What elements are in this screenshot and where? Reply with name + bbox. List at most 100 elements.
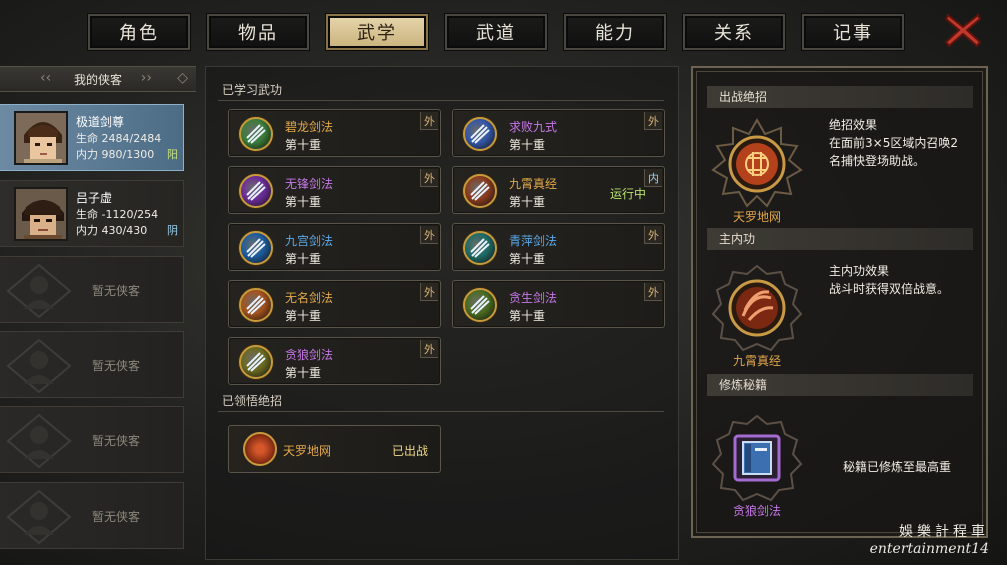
skill-name: 碧龙剑法 bbox=[285, 120, 334, 134]
skill-level: 第十重 bbox=[509, 309, 546, 323]
battle-ultimate-medal[interactable]: 天罗地网 bbox=[709, 117, 805, 228]
skill-type-badge: 外 bbox=[420, 226, 438, 244]
skill-card[interactable]: 贪狼剑法第十重 外 bbox=[228, 337, 441, 385]
tab-relations[interactable]: 关系 bbox=[683, 14, 785, 50]
skill-name: 贪狼剑法 bbox=[285, 348, 334, 362]
hero-yinyang-tag-1: 阳 bbox=[167, 148, 178, 161]
skill-type-badge: 外 bbox=[420, 169, 438, 187]
game-screen: 角色 物品 武学 武道 能力 关系 记事 ‹‹ 我的侠客 ›› ◇ 极道剑尊 生… bbox=[0, 0, 1007, 565]
tab-abilities[interactable]: 能力 bbox=[564, 14, 666, 50]
tab-items[interactable]: 物品 bbox=[207, 14, 309, 50]
hero-portrait-2 bbox=[14, 187, 68, 241]
hero-slot-empty-2[interactable]: 暂无侠客 bbox=[0, 331, 184, 398]
hero-name-1: 极道剑尊 bbox=[76, 115, 125, 129]
skill-type-badge: 外 bbox=[644, 112, 662, 130]
main-inner-medal[interactable]: 九霄真经 bbox=[709, 262, 805, 372]
ultimate-status: 已出战 bbox=[391, 444, 428, 458]
ultimate-section-title: 已领悟绝招 bbox=[222, 394, 283, 408]
ultimate-name: 天罗地网 bbox=[283, 444, 332, 458]
skill-name: 贪生剑法 bbox=[509, 291, 558, 305]
battle-ultimate-header: 出战绝招 bbox=[707, 86, 973, 108]
skill-card[interactable]: 青萍剑法 第十重 外 bbox=[452, 223, 665, 271]
sword-gold-icon bbox=[239, 345, 273, 379]
hero-slot-empty-1[interactable]: 暂无侠客 bbox=[0, 256, 184, 323]
skill-card[interactable]: 贪生剑法第十重 外 bbox=[452, 280, 665, 328]
skill-level: 第十重 bbox=[285, 138, 322, 152]
sword-teal-icon bbox=[463, 231, 497, 265]
skill-card[interactable]: 九宫剑法第十重 外 bbox=[228, 223, 441, 271]
skill-name: 无锋剑法 bbox=[285, 177, 334, 191]
divider bbox=[218, 411, 664, 412]
skill-type-badge: 内 bbox=[644, 169, 662, 187]
ultimate-card[interactable]: 天罗地网 已出战 bbox=[228, 425, 441, 473]
sword-cyan-icon bbox=[239, 231, 273, 265]
skill-name: 青萍剑法 bbox=[509, 234, 558, 248]
skill-card[interactable]: 九霄真经 第十重 内运行中 bbox=[452, 166, 665, 214]
battle-effect-title: 绝招效果 bbox=[829, 118, 878, 132]
roster-next-icon[interactable]: ›› bbox=[141, 70, 152, 86]
empty-slot-label: 暂无侠客 bbox=[92, 359, 141, 373]
close-button[interactable] bbox=[942, 10, 984, 50]
palm-red-icon bbox=[711, 264, 803, 352]
hero-roster: ‹‹ 我的侠客 ›› ◇ 极道剑尊 生命 2484/2484 内力 980/13… bbox=[0, 66, 200, 565]
manual-status-text: 秘籍已修炼至最高重 bbox=[843, 460, 952, 474]
skill-level: 第十重 bbox=[285, 252, 322, 266]
top-tab-bar: 角色 物品 武学 武道 能力 关系 记事 bbox=[88, 14, 904, 50]
main-inner-header: 主内功 bbox=[707, 228, 973, 250]
manual-medal[interactable]: 贪狼剑法 bbox=[709, 412, 805, 522]
skill-level: 第十重 bbox=[509, 138, 546, 152]
hero-card-1[interactable]: 极道剑尊 生命 2484/2484 内力 980/1300 阳 bbox=[0, 104, 184, 171]
roster-expand-icon[interactable]: ◇ bbox=[177, 70, 188, 86]
skill-level: 第十重 bbox=[285, 366, 322, 380]
manual-header: 修炼秘籍 bbox=[707, 374, 973, 396]
skill-name: 九宫剑法 bbox=[285, 234, 334, 248]
sword-blue-icon bbox=[463, 117, 497, 151]
sword-orange-icon bbox=[239, 288, 273, 322]
battle-effect-text: 在面前3×5区域内召唤2名捕快登场助战。 bbox=[829, 136, 958, 168]
skill-level: 第十重 bbox=[285, 309, 322, 323]
skill-type-badge: 外 bbox=[420, 340, 438, 358]
main-inner-name: 九霄真经 bbox=[732, 354, 781, 368]
hero-mp-1: 内力 980/1300 bbox=[76, 148, 155, 161]
tab-character[interactable]: 角色 bbox=[88, 14, 190, 50]
palm-red-icon bbox=[463, 174, 497, 208]
skill-type-badge: 外 bbox=[644, 283, 662, 301]
watermark-cn: 娛樂計程車 bbox=[899, 524, 989, 540]
sword-green-icon bbox=[239, 117, 273, 151]
watermark: 娛樂計程車 entertainment14 bbox=[870, 521, 989, 557]
hero-slot-empty-4[interactable]: 暂无侠客 bbox=[0, 482, 184, 549]
hero-yinyang-tag-2: 阴 bbox=[167, 224, 178, 237]
skill-card[interactable]: 无锋剑法 第十重 外 bbox=[228, 166, 441, 214]
hero-portrait-1 bbox=[14, 111, 68, 165]
inner-effect-text: 战斗时获得双倍战意。 bbox=[829, 282, 950, 296]
skill-card[interactable]: 无名剑法 第十重 外 bbox=[228, 280, 441, 328]
skill-name: 无名剑法 bbox=[285, 291, 334, 305]
empty-slot-label: 暂无侠客 bbox=[92, 284, 141, 298]
inner-effect-title: 主内功效果 bbox=[829, 264, 890, 278]
roster-title: 我的侠客 bbox=[73, 72, 122, 87]
manual-book-icon bbox=[711, 414, 803, 502]
loadout-panel: 出战绝招 天罗地网 绝招效果 在面前3×5区域内召唤2名捕快登场助战。 主内功 bbox=[691, 66, 988, 538]
skill-running-status: 运行中 bbox=[609, 187, 646, 201]
tab-journal[interactable]: 记事 bbox=[802, 14, 904, 50]
skill-card[interactable]: 求败九式 第十重 外 bbox=[452, 109, 665, 157]
tab-martial-way[interactable]: 武道 bbox=[445, 14, 547, 50]
empty-silhouette-icon bbox=[6, 413, 72, 469]
roster-header: ‹‹ 我的侠客 ›› ◇ bbox=[0, 66, 196, 92]
divider bbox=[218, 100, 664, 101]
empty-silhouette-icon bbox=[6, 263, 72, 319]
skill-level: 第十重 bbox=[509, 252, 546, 266]
close-icon bbox=[944, 13, 982, 48]
battle-ultimate-name: 天罗地网 bbox=[732, 210, 781, 224]
hero-name-2: 吕子虚 bbox=[76, 191, 113, 205]
empty-silhouette-icon bbox=[6, 489, 72, 545]
roster-prev-icon[interactable]: ‹‹ bbox=[40, 70, 51, 86]
skill-card[interactable]: 碧龙剑法第十重 外 bbox=[228, 109, 441, 157]
hero-hp-1: 生命 2484/2484 bbox=[76, 132, 162, 145]
hero-hp-2: 生命 -1120/254 bbox=[76, 208, 159, 221]
skill-type-badge: 外 bbox=[420, 112, 438, 130]
skills-panel: 已学习武功 碧龙剑法 第十重外求败九式 第十重外无锋剑法 第十重外九霄真经 第十重内运行… bbox=[205, 66, 679, 560]
tab-martial-arts[interactable]: 武学 bbox=[326, 14, 428, 50]
hero-slot-empty-3[interactable]: 暂无侠客 bbox=[0, 406, 184, 473]
hero-card-2[interactable]: 吕子虚 生命 -1120/254 内力 430/430 阴 bbox=[0, 180, 184, 247]
